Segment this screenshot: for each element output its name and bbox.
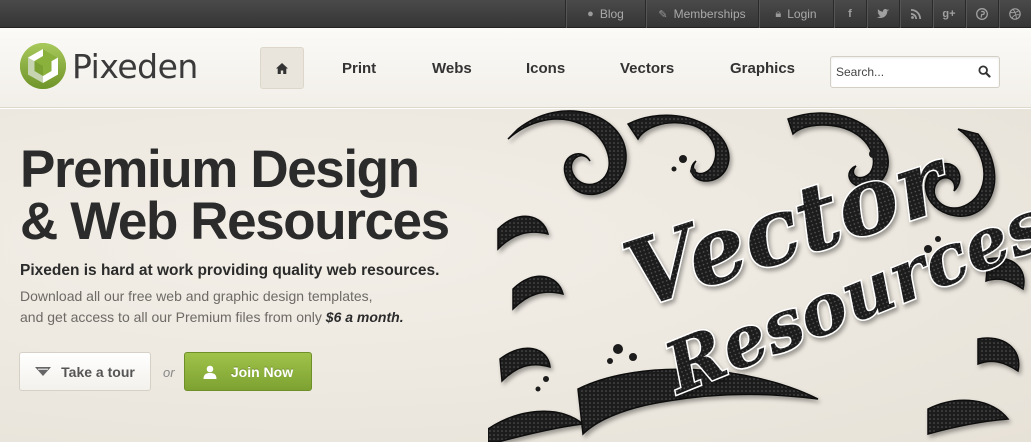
- nav-webs[interactable]: Webs: [432, 60, 472, 77]
- nav-vectors[interactable]: Vectors: [620, 60, 674, 77]
- memberships-link-label: Memberships: [673, 7, 746, 21]
- pencil-icon: ✎: [658, 8, 668, 21]
- hero-section: Premium Design & Web Resources Pixeden i…: [0, 109, 1031, 442]
- rss-icon[interactable]: [899, 0, 932, 28]
- facebook-icon[interactable]: f: [833, 0, 866, 28]
- join-now-label: Join Now: [230, 363, 294, 380]
- top-links: ● Blog ✎ Memberships 🔒︎ Login f g+: [565, 0, 1031, 28]
- nav-icons[interactable]: Icons: [526, 60, 565, 77]
- headline-line-1: Premium Design: [20, 140, 420, 199]
- nav-print[interactable]: Print: [342, 60, 376, 77]
- blog-link[interactable]: ● Blog: [565, 0, 645, 28]
- chat-bubble-icon: ●: [587, 8, 594, 20]
- memberships-link[interactable]: ✎ Memberships: [645, 0, 758, 28]
- subtext-line-2: and get access to all our Premium files …: [20, 307, 404, 328]
- pixeden-logo-icon: [20, 43, 66, 89]
- home-icon: [276, 62, 288, 74]
- nav-graphics[interactable]: Graphics: [730, 60, 795, 77]
- vector-resources-artwork: Vector Resources: [488, 110, 1031, 442]
- twitter-icon[interactable]: [866, 0, 899, 28]
- search-icon[interactable]: [978, 65, 991, 78]
- hero-subtext: Download all our free web and graphic de…: [20, 286, 404, 328]
- search-box: [830, 56, 1000, 88]
- subtext-line-2-prefix: and get access to all our Premium files …: [20, 309, 326, 325]
- user-icon: [203, 365, 217, 379]
- take-a-tour-button[interactable]: Take a tour: [19, 352, 151, 391]
- take-a-tour-label: Take a tour: [61, 363, 135, 380]
- tour-icon: [35, 366, 52, 376]
- site-header: Pixeden Print Webs Icons Vectors Graphic…: [0, 28, 1031, 108]
- top-utility-bar: ● Blog ✎ Memberships 🔒︎ Login f g+: [0, 0, 1031, 28]
- or-label: or: [163, 365, 175, 380]
- lock-icon: 🔒︎: [775, 7, 782, 20]
- price-text: $6 a month.: [325, 309, 404, 325]
- login-link-label: Login: [787, 7, 817, 21]
- blog-link-label: Blog: [599, 7, 624, 21]
- logo-wordmark: Pixeden: [72, 46, 198, 86]
- subtext-line-1: Download all our free web and graphic de…: [20, 288, 373, 304]
- google-plus-icon[interactable]: g+: [932, 0, 965, 28]
- login-link[interactable]: 🔒︎ Login: [758, 0, 833, 28]
- site-logo[interactable]: Pixeden: [19, 42, 198, 90]
- headline-line-2: & Web Resources: [20, 192, 450, 251]
- dribbble-icon[interactable]: [998, 0, 1031, 28]
- join-now-button[interactable]: Join Now: [184, 352, 312, 391]
- hero-lead: Pixeden is hard at work providing qualit…: [20, 262, 440, 279]
- home-button[interactable]: [260, 47, 304, 89]
- hero-headline: Premium Design & Web Resources: [20, 140, 490, 251]
- pinterest-icon[interactable]: [965, 0, 998, 28]
- search-input[interactable]: [831, 57, 971, 87]
